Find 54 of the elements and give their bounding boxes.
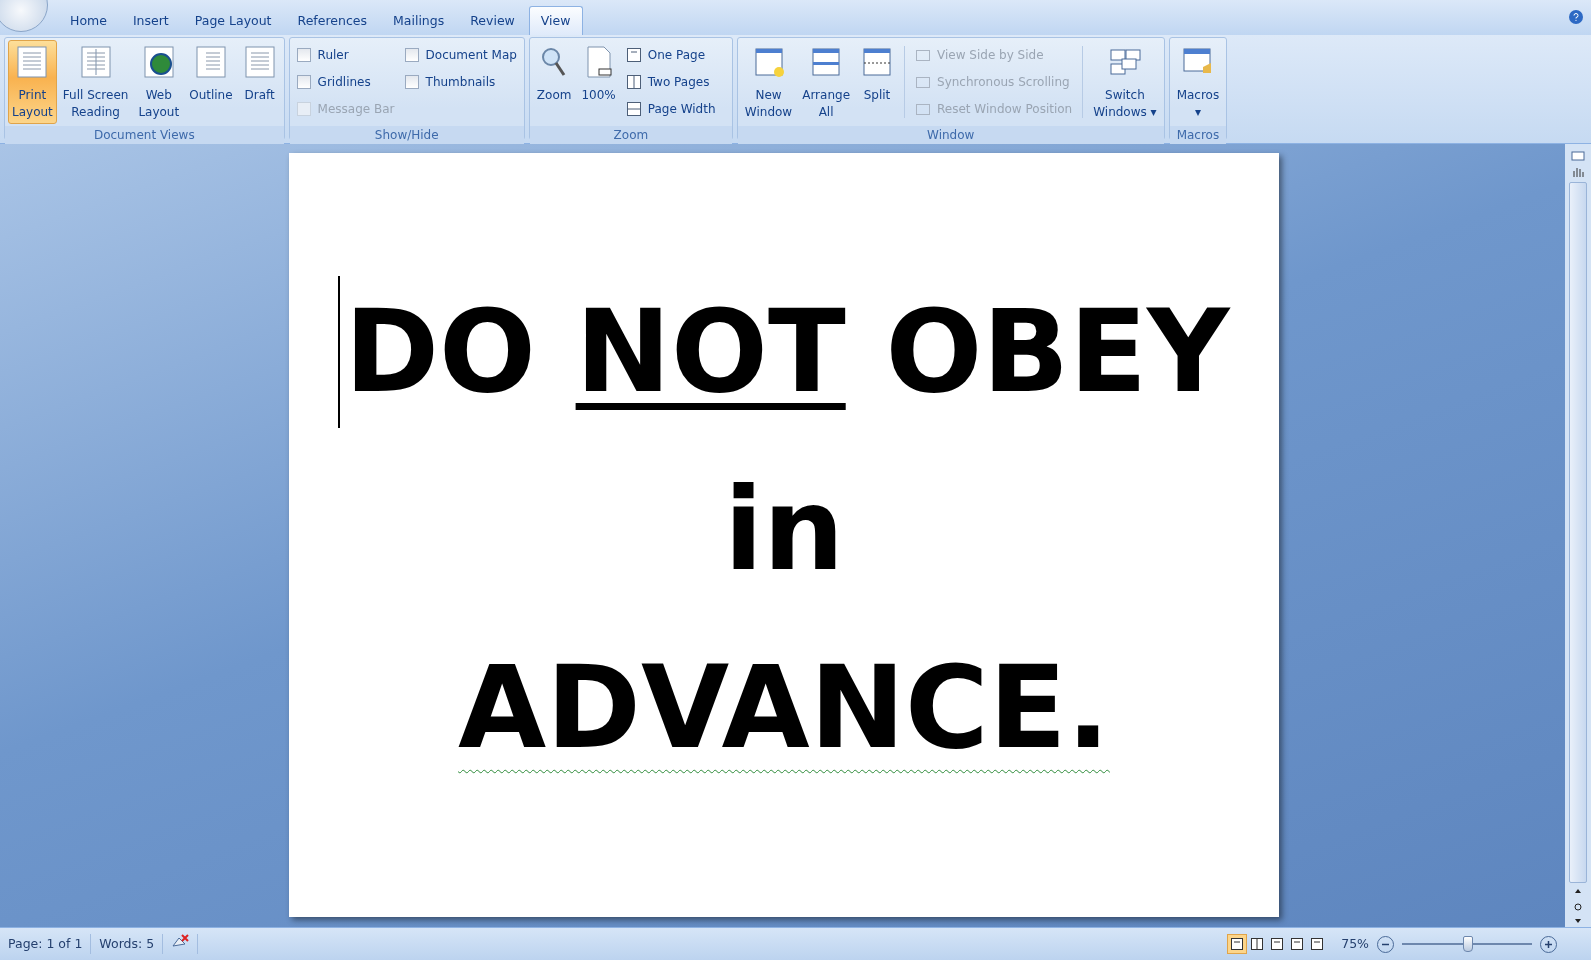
document-text: ADVANCE. (458, 640, 1110, 776)
ribbon-tab[interactable]: References (285, 6, 379, 35)
zoom-button[interactable]: Zoom (532, 40, 576, 124)
page-count[interactable]: Page: 1 of 1 (0, 934, 92, 954)
zoom-100-button[interactable]: 100% (577, 40, 620, 124)
document-text: DO NOT OBEY (344, 284, 1230, 420)
view-button[interactable]: Print Layout (8, 40, 57, 124)
document-text: in (723, 462, 845, 598)
zoom-slider-thumb[interactable] (1463, 936, 1473, 952)
checkbox[interactable]: Document Map (404, 44, 517, 66)
switch-windows-button[interactable]: Switch Windows ▾ (1089, 40, 1161, 124)
zoom-command[interactable]: Two Pages (625, 71, 716, 93)
ribbon-tab[interactable]: Insert (120, 6, 181, 35)
window-button[interactable]: New Window (740, 40, 797, 124)
window-icon (915, 101, 931, 117)
page-icon (193, 45, 228, 79)
macros-button[interactable]: Macros ▾ (1172, 40, 1224, 124)
page-icon (15, 45, 50, 79)
scroll-thumb[interactable] (1569, 182, 1587, 883)
open-book-icon (78, 45, 113, 79)
vertical-scrollbar[interactable] (1565, 144, 1591, 927)
ribbon-tab[interactable]: Home (58, 6, 119, 35)
page-icon (625, 101, 642, 117)
window-icon (860, 45, 894, 79)
word-count[interactable]: Words: 5 (91, 934, 164, 954)
window-icon (915, 47, 931, 63)
view-button[interactable]: Full Screen Reading (58, 40, 133, 124)
group-label: Zoom (529, 126, 732, 144)
page-icon (242, 45, 277, 79)
group-label: Window (737, 126, 1164, 144)
globe-page-icon (141, 45, 176, 79)
zoom-command[interactable]: One Page (625, 44, 716, 66)
ribbon-tab[interactable]: Review (458, 6, 527, 35)
zoom-level[interactable]: 75% (1327, 934, 1377, 954)
checkbox[interactable]: Ruler (296, 44, 395, 66)
view-button[interactable]: Web Layout (134, 40, 184, 124)
window-button[interactable]: Split (856, 40, 898, 124)
view-mode-icon[interactable] (1227, 934, 1248, 954)
help-icon[interactable] (1569, 10, 1583, 24)
checkbox[interactable]: Thumbnails (404, 71, 517, 93)
window-button[interactable]: Arrange All (798, 40, 854, 124)
group-label: Macros (1169, 126, 1227, 144)
page-icon (625, 74, 642, 90)
ribbon-tab[interactable]: View (528, 6, 583, 35)
group-label: Document Views (5, 126, 284, 144)
view-button[interactable]: Outline (185, 40, 237, 124)
group-label: Show/Hide (289, 126, 524, 144)
ribbon-tab[interactable]: Mailings (381, 6, 457, 35)
window-icon (915, 74, 931, 90)
zoom-command[interactable]: Page Width (625, 98, 716, 120)
view-button[interactable]: Draft (238, 40, 281, 124)
checkbox[interactable]: Gridlines (296, 71, 395, 93)
page-icon (625, 47, 642, 63)
ribbon-tab[interactable]: Page Layout (182, 6, 284, 35)
